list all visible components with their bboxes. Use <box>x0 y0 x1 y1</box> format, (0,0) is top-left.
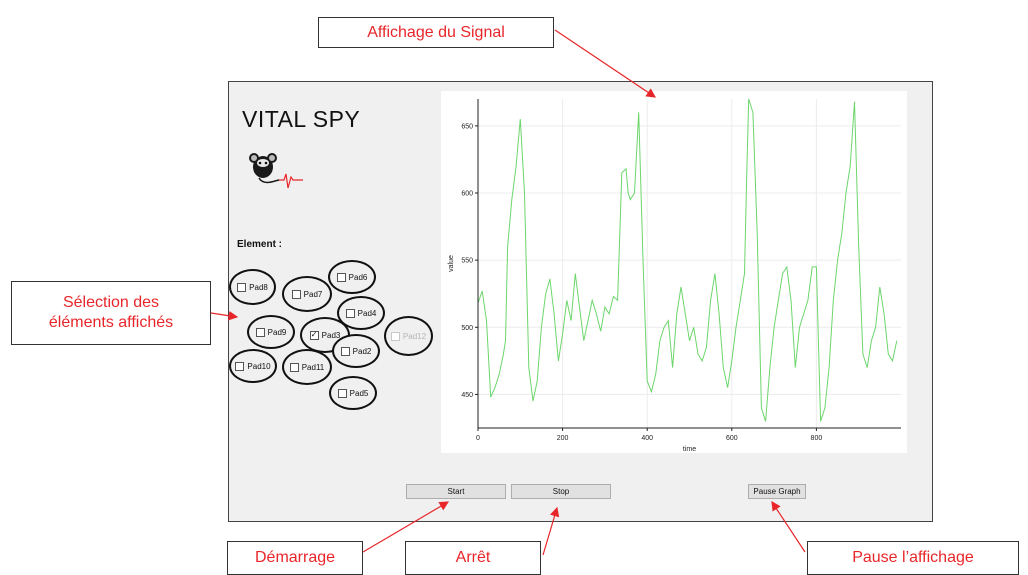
checkbox-unchecked-icon <box>390 331 400 341</box>
checkbox-unchecked-icon[interactable] <box>336 272 346 282</box>
pad-label: Pad2 <box>352 346 372 356</box>
app-title: VITAL SPY <box>242 106 361 132</box>
checkbox-unchecked-icon[interactable] <box>235 361 245 371</box>
pad-label: Pad11 <box>301 362 325 372</box>
checkbox-checked-icon[interactable]: ✓ <box>309 330 319 340</box>
pad-label: Pad12 <box>402 331 427 341</box>
pad-checkbox-pad7[interactable]: Pad7 <box>282 276 332 312</box>
callout-signal-display: Affichage du Signal <box>318 17 554 48</box>
y-tick-label: 500 <box>461 325 473 332</box>
pad-label: Pad7 <box>303 289 323 299</box>
checkbox-unchecked-icon[interactable] <box>237 282 247 292</box>
x-tick-label: 0 <box>476 435 480 442</box>
pause-graph-button[interactable]: Pause Graph <box>748 484 806 499</box>
app-window: VITAL SPY Element : Pad8 Pad7 Pad6 Pad4 Pad9… <box>228 81 933 522</box>
element-label: Element : <box>237 239 283 250</box>
callout-start: Démarrage <box>227 541 363 575</box>
plot-axes: 0 200 400 600 800 450 500 550 600 650 time value <box>448 99 901 453</box>
checkbox-unchecked-icon[interactable] <box>337 388 347 398</box>
pad-checkbox-pad6[interactable]: Pad6 <box>328 260 376 294</box>
pad-checkbox-pad11[interactable]: Pad11 <box>282 349 332 385</box>
pad-checkbox-pad5[interactable]: Pad5 <box>329 376 377 410</box>
pad-checkbox-pad8[interactable]: Pad8 <box>229 269 276 305</box>
x-tick-label: 200 <box>557 435 569 442</box>
y-tick-label: 600 <box>461 191 473 198</box>
pad-checkbox-pad12: Pad12 <box>384 316 433 356</box>
y-tick-label: 650 <box>461 123 473 130</box>
callout-stop: Arrêt <box>405 541 541 575</box>
x-tick-label: 800 <box>811 435 823 442</box>
checkbox-unchecked-icon[interactable] <box>345 308 355 318</box>
x-tick-label: 600 <box>726 435 738 442</box>
signal-plot: 0 200 400 600 800 450 500 550 600 650 time value <box>441 91 907 453</box>
checkbox-unchecked-icon[interactable] <box>340 346 350 356</box>
start-button[interactable]: Start <box>406 484 506 499</box>
y-tick-label: 550 <box>461 258 473 265</box>
pad-label: Pad4 <box>357 308 377 318</box>
pad-label: Pad3 <box>321 330 341 340</box>
checkbox-unchecked-icon[interactable] <box>255 327 265 337</box>
checkbox-unchecked-icon[interactable] <box>291 289 301 299</box>
callout-element-selection: Sélection des éléments affichés <box>11 281 211 345</box>
y-axis-label: value <box>448 255 455 272</box>
pad-label: Pad6 <box>348 272 368 282</box>
checkbox-unchecked-icon[interactable] <box>289 362 299 372</box>
x-axis-label: time <box>683 446 696 453</box>
y-tick-label: 450 <box>461 392 473 399</box>
pad-label: Pad5 <box>349 388 369 398</box>
stop-button[interactable]: Stop <box>511 484 611 499</box>
pad-checkbox-pad2[interactable]: Pad2 <box>332 334 380 368</box>
pad-label: Pad9 <box>267 327 287 337</box>
callout-pause: Pause l’affichage <box>807 541 1019 575</box>
pad-label: Pad10 <box>247 361 271 371</box>
mouse-heartbeat-icon <box>249 153 303 189</box>
pad-checkbox-pad10[interactable]: Pad10 <box>229 349 277 383</box>
x-tick-label: 400 <box>641 435 653 442</box>
pad-checkbox-pad9[interactable]: Pad9 <box>247 315 295 349</box>
pad-label: Pad8 <box>249 282 268 292</box>
